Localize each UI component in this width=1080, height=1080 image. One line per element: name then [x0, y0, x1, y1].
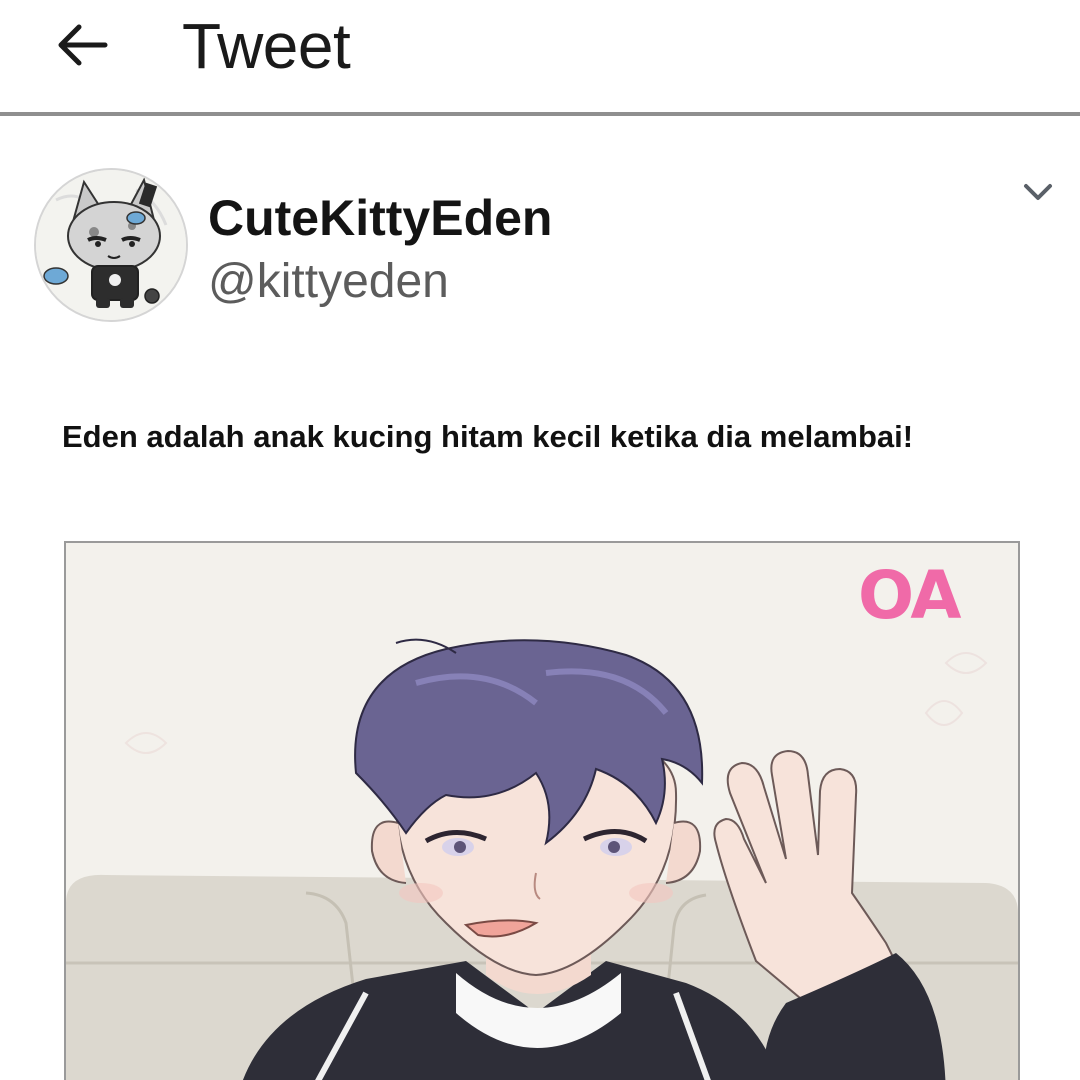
- author-display-name[interactable]: CuteKittyEden: [208, 188, 552, 248]
- tweet-menu-button[interactable]: [1010, 168, 1066, 216]
- page-title: Tweet: [182, 10, 351, 82]
- avatar[interactable]: [34, 168, 188, 322]
- chevron-down-icon: [1024, 184, 1052, 200]
- header-divider: [0, 112, 1080, 116]
- tweet-text: Eden adalah anak kucing hitam kecil keti…: [62, 419, 914, 454]
- author-handle: @kittyeden: [208, 255, 449, 308]
- back-button[interactable]: [46, 10, 116, 80]
- tweet-media[interactable]: OA: [64, 541, 1020, 1080]
- top-bar: Tweet: [0, 0, 1080, 112]
- arrow-left-icon: [58, 24, 108, 66]
- watermark-logo: OA: [858, 557, 961, 634]
- tweet-detail-screen: Tweet CuteKittyEden @kittyeden Eden adal…: [0, 0, 1080, 1080]
- cat-character-avatar: [36, 170, 186, 320]
